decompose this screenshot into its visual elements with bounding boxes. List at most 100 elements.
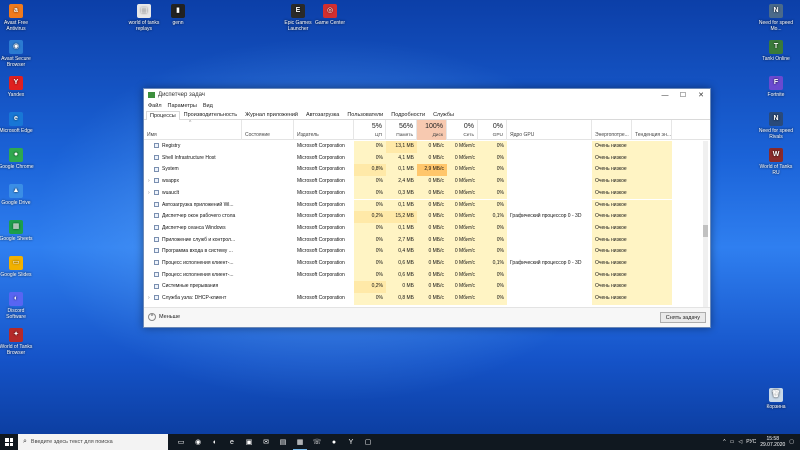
process-name: Автозагрузка приложений Wi... xyxy=(162,201,234,208)
desktop-shortcut[interactable]: ▮ genn xyxy=(160,4,196,26)
tab-item[interactable]: Процессы xyxy=(146,111,180,120)
tab-item[interactable]: Подробности xyxy=(387,110,429,119)
cell-publisher: Microsoft Corporation xyxy=(297,201,345,208)
column-gpu[interactable]: 0% GPU xyxy=(478,120,507,140)
cell-name: Процесс исполнения клиент-... xyxy=(144,258,242,270)
nfs-rivals-icon: N xyxy=(769,112,783,126)
table-row[interactable]: Процесс исполнения клиент-... Microsoft C… xyxy=(144,258,705,270)
window-icon[interactable]: ▢ xyxy=(361,434,375,450)
column-memory[interactable]: 56% Память xyxy=(386,120,417,140)
desktop-shortcut[interactable]: E Epic Games Launcher xyxy=(280,4,316,32)
column-disk[interactable]: 100% Диск xyxy=(417,120,447,140)
yandex-icon[interactable]: Y xyxy=(344,434,358,450)
desktop-shortcut-label: Need for speed Rivals xyxy=(758,128,794,140)
end-task-button[interactable]: Снять задачу xyxy=(659,312,706,323)
column-network[interactable]: 0% Сеть xyxy=(447,120,478,140)
table-row[interactable]: › Служба узла: DHCP-клиент Microsoft Corpo… xyxy=(144,293,705,305)
volume-icon[interactable]: ◁ xyxy=(738,439,742,445)
cell-name: Shell Infrastructure Host xyxy=(144,153,242,165)
column-name[interactable]: Имя xyxy=(144,120,242,140)
cell-trend xyxy=(632,187,672,200)
store-icon[interactable]: ▣ xyxy=(242,434,256,450)
vertical-scrollbar[interactable] xyxy=(703,141,708,307)
table-row[interactable]: › wuauclt Microsoft Corporation 0% 0,3 МБ 0 М… xyxy=(144,187,705,200)
table-row[interactable]: Диспетчер окон рабочего стола Microsoft C… xyxy=(144,211,705,223)
network-icon[interactable]: ▭ xyxy=(730,439,735,445)
desktop-shortcut[interactable]: T Tanki Online xyxy=(758,40,794,62)
cell-engine: Графический процессор 0 - 3D xyxy=(510,260,582,266)
taskmgr-icon[interactable]: ▦ xyxy=(293,434,307,450)
start-button[interactable] xyxy=(0,434,18,450)
column-status[interactable]: Состояние xyxy=(242,120,294,140)
menu-item[interactable]: Файл xyxy=(148,103,162,109)
desktop-shortcut[interactable]: Y Yandex xyxy=(0,76,34,98)
task-view-icon[interactable]: ▭ xyxy=(174,434,188,450)
menu-item[interactable]: Параметры xyxy=(168,103,197,109)
table-row[interactable]: Процесс исполнения клиент-... Microsoft C… xyxy=(144,269,705,282)
search-box[interactable]: ⌕ Введите здесь текст для поиска xyxy=(18,434,168,450)
tab-item[interactable]: Производительность xyxy=(180,110,241,119)
menu-item[interactable]: Вид xyxy=(203,103,213,109)
desktop-shortcut[interactable]: ▲ Google Drive xyxy=(0,184,34,206)
desktop-shortcut[interactable]: N Need for speed Rivals xyxy=(758,112,794,140)
desktop-shortcut[interactable]: e Microsoft Edge xyxy=(0,112,34,134)
explorer-icon[interactable]: ▤ xyxy=(276,434,290,450)
process-icon xyxy=(154,154,159,160)
column-publisher[interactable]: Издатель xyxy=(294,120,354,140)
cell-disk: 0 МБ/с xyxy=(417,152,447,165)
edge-icon[interactable]: e xyxy=(225,434,239,450)
column-power[interactable]: Энергопотре... xyxy=(592,120,632,140)
desktop-shortcut[interactable]: ✦ World of Tanks Browser xyxy=(0,328,34,356)
desktop-shortcut[interactable]: W World of Tanks RU xyxy=(758,148,794,176)
desktop-shortcut[interactable]: 🗑 Корзина xyxy=(758,388,794,410)
column-cpu[interactable]: 5% ЦП xyxy=(354,120,386,140)
chevron-up-icon[interactable]: ^ xyxy=(723,439,725,445)
desktop-shortcut[interactable]: N Need for speed Mo... xyxy=(758,4,794,32)
cell-status xyxy=(242,176,294,188)
desktop-shortcut[interactable]: ▭ Google Slides xyxy=(0,256,34,278)
scrollbar-thumb[interactable] xyxy=(703,225,708,237)
task-manager-window[interactable]: Диспетчер задач — ☐ ✕ Файл Параметры Вид П… xyxy=(143,88,711,328)
desktop-shortcut[interactable]: ◉ Avast Secure Browser xyxy=(0,40,34,68)
firefox-icon[interactable]: ◉ xyxy=(191,434,205,450)
clock[interactable]: 15:58 29.07.2020 xyxy=(760,436,785,448)
sheets-icon: ▦ xyxy=(9,220,23,234)
notifications-icon[interactable]: ▢ xyxy=(789,439,794,445)
desktop-shortcut[interactable]: ▤ world of tanks replays xyxy=(126,4,162,32)
column-gpu-engine[interactable]: Ядро GPU xyxy=(507,120,592,140)
chrome-icon[interactable]: ● xyxy=(327,434,341,450)
fewer-details-button[interactable]: ^ Меньше xyxy=(148,313,180,321)
desktop-shortcut[interactable]: ◐ Discord Software xyxy=(0,292,34,320)
cell-net: 0 Мбит/с xyxy=(447,234,478,247)
desktop-shortcut[interactable]: a Avast Free Antivirus xyxy=(0,4,34,32)
language-indicator[interactable]: РУС xyxy=(746,439,756,445)
browser-icon[interactable]: ◐ xyxy=(208,434,222,450)
table-row[interactable]: Диспетчер сеанса Windows Microsoft Corpor… xyxy=(144,222,705,235)
close-button[interactable]: ✕ xyxy=(692,89,710,101)
table-row[interactable]: Автозагрузка приложений Wi... Microsoft C… xyxy=(144,199,705,212)
table-row[interactable]: Приложение служб и контрол... Microsoft C… xyxy=(144,234,705,247)
column-power-trend[interactable]: Тенденция эн... xyxy=(632,120,672,140)
tab-item[interactable]: Пользователи xyxy=(343,110,387,119)
desktop-shortcut[interactable]: ● Google Chrome xyxy=(0,148,34,170)
table-row[interactable]: System Microsoft Corporation 0,8% 0,1 МБ 2,9… xyxy=(144,164,705,177)
mail-icon[interactable]: ✉ xyxy=(259,434,273,450)
tab-item[interactable]: Автозагрузка xyxy=(302,110,343,119)
cell-trend xyxy=(632,293,672,305)
title-bar[interactable]: Диспетчер задач — ☐ ✕ xyxy=(144,89,710,101)
table-row[interactable]: Shell Infrastructure Host Microsoft Corpo… xyxy=(144,152,705,165)
minimize-button[interactable]: — xyxy=(656,89,674,101)
viber-icon[interactable]: ☏ xyxy=(310,434,324,450)
table-row[interactable]: › wsappx Microsoft Corporation 0% 2,4 МБ 0 МБ… xyxy=(144,176,705,188)
table-row[interactable]: Программа входа в систему ... Microsoft C… xyxy=(144,246,705,258)
desktop-shortcut[interactable]: F Fortnite xyxy=(758,76,794,98)
desktop-shortcut-label: world of tanks replays xyxy=(128,20,160,32)
desktop-shortcut[interactable]: ▦ Google Sheets xyxy=(0,220,34,242)
cell-status xyxy=(242,153,294,165)
tab-item[interactable]: Журнал приложений xyxy=(241,110,302,119)
table-row[interactable]: Registry Microsoft Corporation 0% 13,1 МБ 0 … xyxy=(144,141,705,153)
tab-item[interactable]: Службы xyxy=(429,110,458,119)
desktop-shortcut[interactable]: ◎ Game Center xyxy=(312,4,348,26)
maximize-button[interactable]: ☐ xyxy=(674,89,692,101)
table-row[interactable]: Системные прерывания 0,2% 0 МБ 0 МБ/с 0 Мбит… xyxy=(144,281,705,294)
